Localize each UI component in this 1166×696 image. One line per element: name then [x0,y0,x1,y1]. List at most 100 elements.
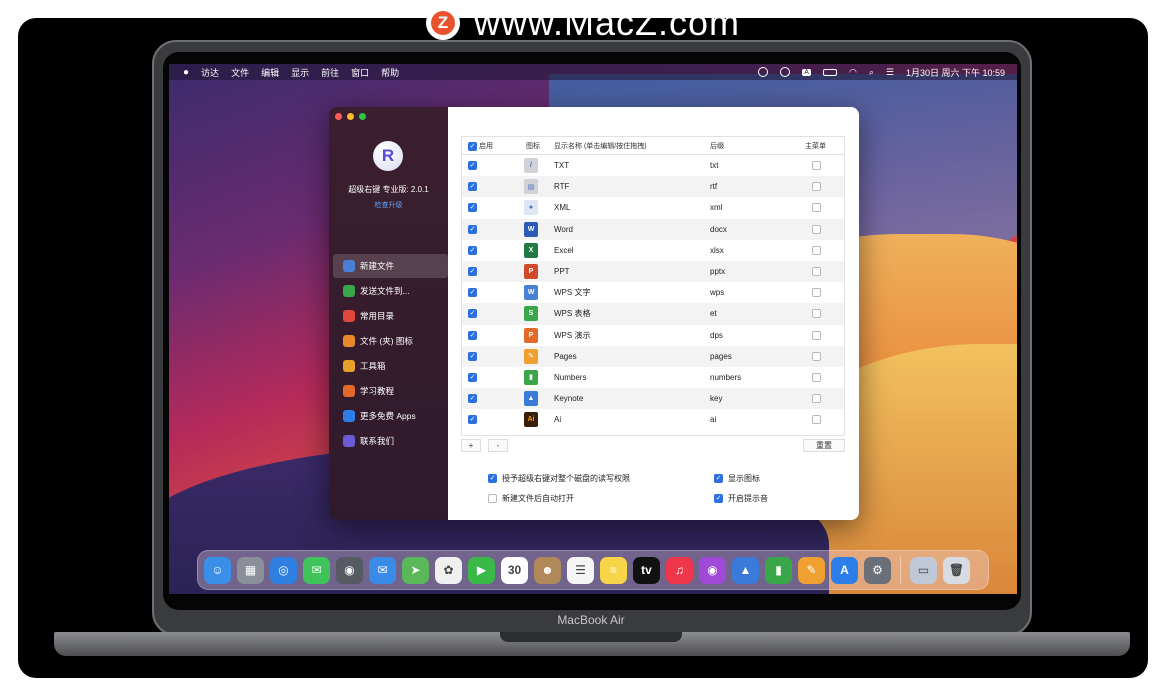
sidebar-item[interactable]: 工具箱 [333,354,448,378]
table-row[interactable]: ✓ ▲ Keynote key [462,388,844,410]
finder-icon[interactable]: ☺ [204,556,231,584]
main-menu-checkbox[interactable] [812,203,821,213]
notes-icon[interactable]: ≡ [600,556,627,584]
menu-item[interactable]: 访达 [201,68,219,78]
enable-checkbox[interactable]: ✓ [468,394,477,404]
file-type-name[interactable]: Numbers [554,373,586,382]
grant-disk-option[interactable]: ✓ 授予超级右键对整个磁盘的读写权限 [488,473,630,484]
menu-item[interactable]: 文件 [231,68,249,78]
table-row[interactable]: ✓ / TXT txt [462,155,844,176]
main-menu-checkbox[interactable] [812,330,821,340]
file-type-name[interactable]: Excel [554,246,574,255]
apple-menu-icon[interactable]: ● [183,67,189,78]
table-row[interactable]: ✓ ▤ RTF rtf [462,176,844,198]
show-icon-option[interactable]: ✓ 显示图标 [714,473,760,484]
menu-clock[interactable]: 1月30日 周六 下午 10:59 [906,66,1005,79]
reminders-icon[interactable]: ☰ [567,556,594,584]
main-menu-checkbox[interactable] [812,288,821,298]
table-row[interactable]: ✓ W Word docx [462,218,844,240]
table-row[interactable]: ✓ P PPT pptx [462,260,844,283]
play-icon[interactable] [780,67,791,77]
search-icon[interactable]: ⌕ [869,67,874,78]
file-extension[interactable]: rtf [710,182,717,191]
sidebar-item[interactable]: 发送文件到... [333,279,448,303]
apple-tv-icon[interactable]: tv [633,556,660,584]
sync-icon[interactable] [758,67,769,77]
file-extension[interactable]: et [710,309,717,318]
reset-button[interactable]: 重置 [803,439,845,452]
sidebar-item[interactable]: 常用目录 [333,304,448,328]
main-menu-checkbox[interactable] [812,224,821,234]
maps-icon[interactable]: ➤ [402,556,429,584]
close-button[interactable] [335,113,342,120]
grant-disk-checkbox[interactable]: ✓ [488,474,497,483]
enable-checkbox[interactable]: ✓ [468,267,477,277]
wifi-icon[interactable]: ◠ [849,67,857,78]
file-extension[interactable]: dps [710,331,723,340]
main-menu-checkbox[interactable] [812,415,821,425]
table-row[interactable]: ✓ S WPS 表格 et [462,303,844,325]
file-extension[interactable]: xml [710,203,722,212]
check-update-link[interactable]: 检查升级 [329,200,448,210]
file-type-name[interactable]: Keynote [554,394,583,403]
file-type-name[interactable]: Ai [554,415,561,424]
screenshot-icon[interactable]: ◉ [336,556,363,584]
enable-checkbox[interactable]: ✓ [468,351,477,361]
launchpad-icon[interactable]: ▦ [237,556,264,584]
safari-icon[interactable]: ◎ [270,556,297,584]
calendar-icon[interactable]: 30 [501,556,528,584]
main-menu-checkbox[interactable] [812,372,821,382]
enable-checkbox[interactable]: ✓ [468,182,477,192]
file-type-name[interactable]: XML [554,203,570,212]
file-extension[interactable]: key [710,394,722,403]
menu-item[interactable]: 帮助 [381,68,399,78]
file-type-name[interactable]: PPT [554,267,570,276]
minimize-button[interactable] [347,113,354,120]
enable-checkbox[interactable]: ✓ [468,372,477,382]
main-menu-checkbox[interactable] [812,351,821,361]
file-extension[interactable]: docx [710,225,727,234]
enable-checkbox[interactable]: ✓ [468,245,477,255]
main-menu-checkbox[interactable] [812,161,821,171]
control-center-icon[interactable]: ☰ [886,67,894,78]
file-type-name[interactable]: RTF [554,182,569,191]
enable-checkbox[interactable]: ✓ [468,330,477,340]
battery-icon[interactable] [822,68,837,76]
zoom-button[interactable] [359,113,366,120]
add-row-button[interactable]: + [461,439,481,452]
file-type-name[interactable]: Word [554,225,573,234]
sidebar-item[interactable]: 新建文件 [333,254,448,278]
enable-checkbox[interactable]: ✓ [468,203,477,213]
auto-open-checkbox[interactable] [488,494,497,503]
trash-icon[interactable]: 🗑 [943,556,970,584]
app-store-dock-icon[interactable]: A [831,556,858,584]
file-type-name[interactable]: Pages [554,352,577,361]
table-row[interactable]: ✓ W WPS 文字 wps [462,282,844,303]
sidebar-item[interactable]: 学习教程 [333,379,448,403]
enable-checkbox[interactable]: ✓ [468,415,477,425]
system-preferences-icon[interactable]: ⚙ [864,556,891,584]
enable-checkbox[interactable]: ✓ [468,288,477,298]
main-menu-checkbox[interactable] [812,309,821,319]
select-all-checkbox[interactable]: ✓ [468,141,477,151]
table-row[interactable]: ✓ ▮ Numbers numbers [462,367,844,388]
auto-open-option[interactable]: 新建文件后自动打开 [488,493,574,504]
table-row[interactable]: ✓ P WPS 演示 dps [462,325,844,346]
downloads-stack-icon[interactable]: ▭ [910,556,937,584]
file-type-name[interactable]: WPS 文字 [554,287,590,298]
enable-checkbox[interactable]: ✓ [468,309,477,319]
main-menu-checkbox[interactable] [812,182,821,192]
main-menu-checkbox[interactable] [812,267,821,277]
numbers-dock-icon[interactable]: ▮ [765,556,792,584]
show-icon-checkbox[interactable]: ✓ [714,474,723,483]
sound-checkbox[interactable]: ✓ [714,494,723,503]
remove-row-button[interactable]: - [488,439,508,452]
menu-item[interactable]: 显示 [291,68,309,78]
file-extension[interactable]: wps [710,288,724,297]
facetime-icon[interactable]: ▶ [468,556,495,584]
file-type-name[interactable]: TXT [554,161,569,170]
file-extension[interactable]: pages [710,352,732,361]
file-extension[interactable]: ai [710,415,716,424]
file-type-name[interactable]: WPS 演示 [554,330,590,341]
file-extension[interactable]: pptx [710,267,725,276]
